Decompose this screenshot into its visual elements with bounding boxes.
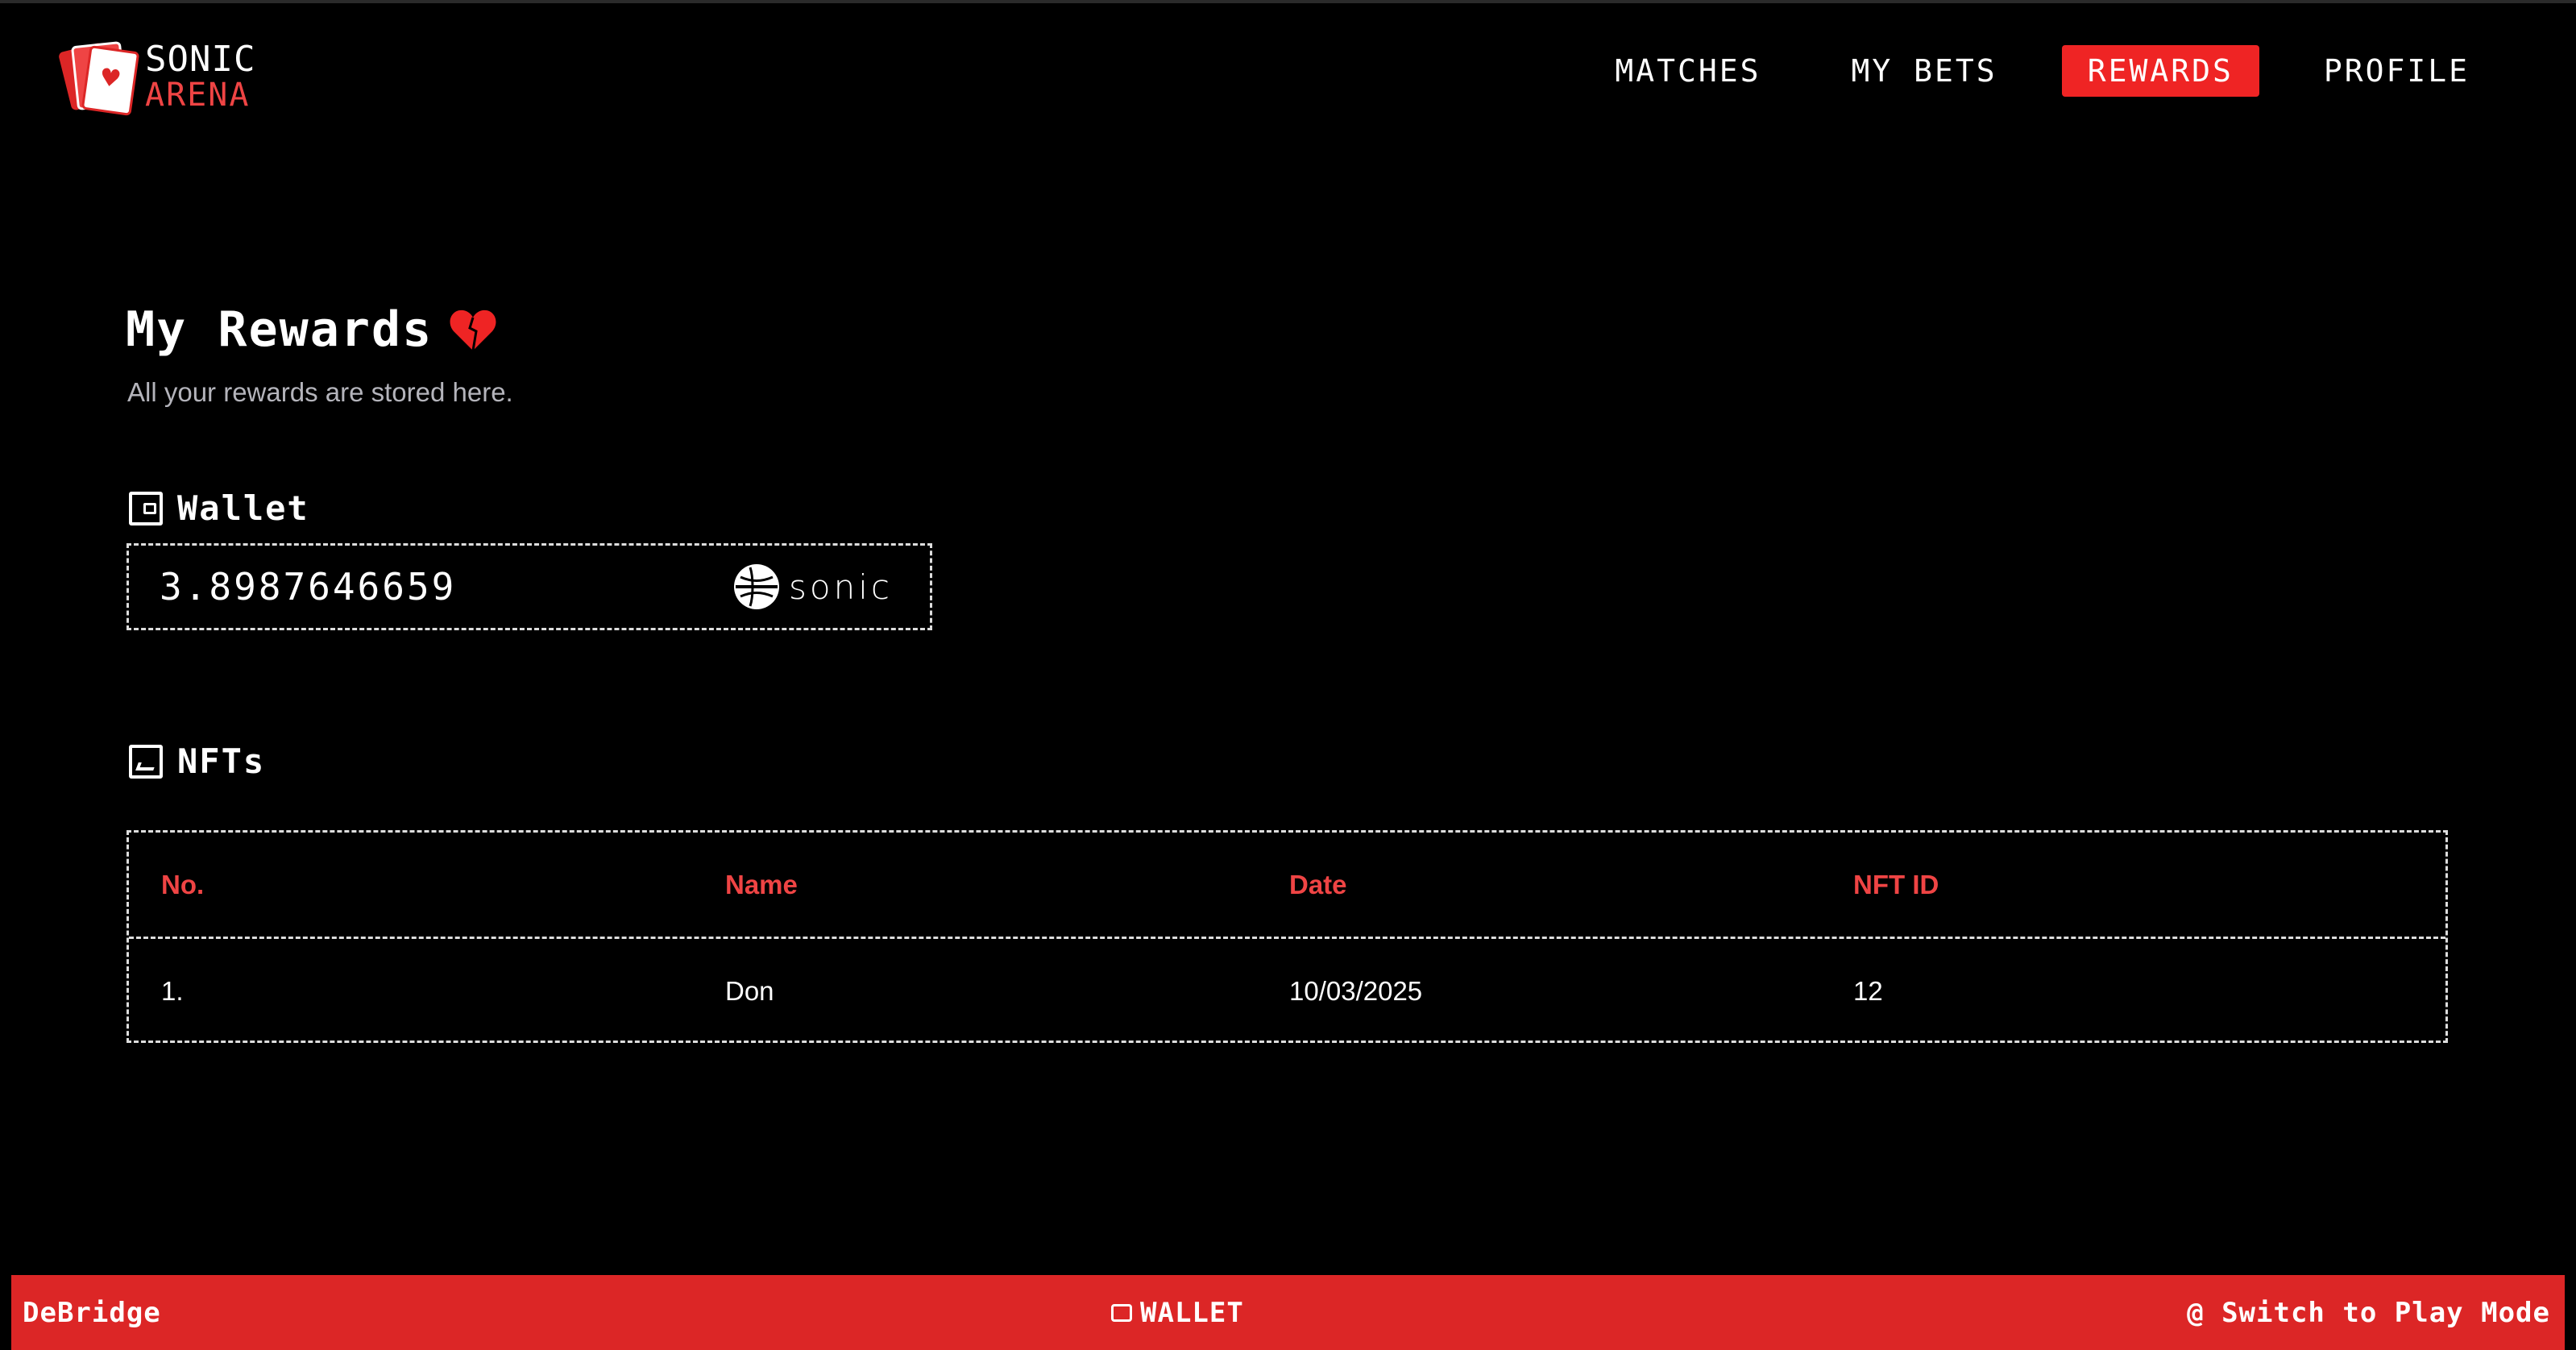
- main-nav: MATCHES MY BETS REWARDS PROFILE: [1550, 45, 2495, 97]
- page-title: My Rewards: [126, 301, 433, 358]
- nfts-table: No. Name Date NFT ID 1. Don 10/03/2025 1…: [127, 830, 2448, 1043]
- footer-bar: DeBridge WALLET @ Switch to Play Mode: [11, 1275, 2565, 1350]
- cell-no: 1.: [161, 975, 184, 1006]
- cell-date: 10/03/2025: [1289, 975, 1423, 1006]
- brand-name-line1: SONIC: [145, 39, 256, 80]
- wallet-balance: 3.8987646659: [160, 565, 457, 609]
- brand-name-line2: ARENA: [145, 77, 251, 114]
- wallet-button-label: WALLET: [1140, 1296, 1244, 1329]
- sonic-token-label: SONIC: [789, 567, 893, 607]
- cell-name: Don: [725, 975, 774, 1006]
- nfts-heading: NFTs: [177, 741, 266, 781]
- switch-play-mode-button[interactable]: @ Switch to Play Mode: [2187, 1297, 2550, 1329]
- brand-logo[interactable]: ♥ SONIC ARENA: [57, 39, 256, 116]
- wallet-button[interactable]: WALLET: [1111, 1297, 1244, 1329]
- column-header-date: Date: [1289, 869, 1347, 899]
- image-icon: [129, 744, 163, 779]
- wallet-icon: [1111, 1303, 1132, 1322]
- playing-cards-icon: ♥: [57, 40, 140, 116]
- table-header-row: No. Name Date NFT ID: [129, 833, 2445, 939]
- column-header-name: Name: [725, 869, 798, 899]
- nav-matches[interactable]: MATCHES: [1589, 45, 1786, 97]
- debridge-link[interactable]: DeBridge: [23, 1297, 161, 1329]
- cell-nft-id: 12: [1853, 975, 1883, 1006]
- wallet-section-header: Wallet: [129, 488, 309, 528]
- nav-rewards[interactable]: REWARDS: [2061, 45, 2259, 97]
- top-border: [0, 0, 2576, 3]
- table-row[interactable]: 1. Don 10/03/2025 12: [129, 939, 2445, 1043]
- page-header: My Rewards: [126, 301, 497, 358]
- wallet-heading: Wallet: [177, 488, 309, 528]
- sonic-logo-icon: [734, 564, 780, 609]
- heart-icon: [450, 309, 496, 351]
- nav-profile[interactable]: PROFILE: [2298, 45, 2495, 97]
- wallet-icon: [129, 491, 163, 525]
- column-header-no: No.: [161, 869, 205, 899]
- nav-my-bets[interactable]: MY BETS: [1826, 45, 2023, 97]
- nfts-section-header: NFTs: [129, 741, 265, 781]
- wallet-balance-box: 3.8987646659 SONIC: [127, 543, 932, 630]
- sonic-token-brand: SONIC: [732, 563, 893, 611]
- page-subtitle: All your rewards are stored here.: [127, 377, 513, 407]
- column-header-nft-id: NFT ID: [1853, 869, 1939, 899]
